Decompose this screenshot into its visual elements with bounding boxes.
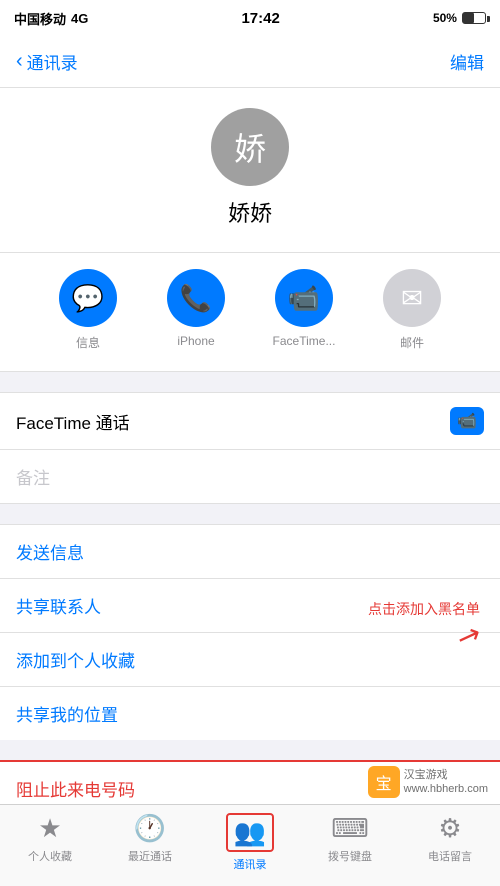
contact-name: 娇娇: [228, 196, 272, 228]
tab-keypad-label: 拨号键盘: [328, 848, 372, 864]
action-message[interactable]: 💬 信息: [48, 269, 128, 351]
action-facetime[interactable]: 📹 FaceTime...: [264, 269, 344, 351]
facetime-label: FaceTime 通话: [16, 409, 130, 434]
avatar: 娇: [211, 108, 289, 186]
facetime-video-icon: 📹: [450, 407, 484, 435]
status-bar: 中国移动 4G 17:42 50%: [0, 0, 500, 36]
action-mail-label: 邮件: [400, 334, 424, 351]
tab-contacts[interactable]: 👥 通讯录: [200, 813, 300, 872]
status-carrier: 中国移动 4G: [14, 9, 88, 28]
facetime-section[interactable]: FaceTime 通话 📹: [0, 392, 500, 450]
action-phone[interactable]: 📞 iPhone: [156, 269, 236, 351]
action-phone-label: iPhone: [177, 334, 214, 348]
tab-voicemail-label: 电话留言: [428, 848, 472, 864]
action-message-label: 信息: [76, 334, 100, 351]
tab-bar: ★ 个人收藏 🕐 最近通话 👥 通讯录 ⌨ 拨号键盘 ⚙ 电话留言: [0, 804, 500, 886]
back-button[interactable]: ‹ 通讯录: [16, 49, 78, 74]
add-favorites-item[interactable]: 添加到个人收藏: [0, 633, 500, 687]
share-contact-item[interactable]: 共享联系人: [0, 579, 500, 633]
list-actions-section: 发送信息 共享联系人 添加到个人收藏 共享我的位置: [0, 524, 500, 740]
watermark: 宝 汉宝游戏 www.hbherb.com: [368, 766, 488, 798]
tab-recents-label: 最近通话: [128, 848, 172, 864]
send-message-item[interactable]: 发送信息: [0, 525, 500, 579]
tab-favorites[interactable]: ★ 个人收藏: [0, 813, 100, 864]
contact-header: 娇 娇娇: [0, 88, 500, 253]
action-facetime-label: FaceTime...: [273, 334, 336, 348]
edit-button[interactable]: 编辑: [450, 49, 484, 74]
tab-keypad[interactable]: ⌨ 拨号键盘: [300, 813, 400, 864]
tab-contacts-box: 👥: [226, 813, 274, 852]
mail-icon: ✉: [383, 269, 441, 327]
keypad-icon: ⌨: [331, 813, 369, 844]
notes-placeholder: 备注: [16, 469, 50, 488]
watermark-text: 汉宝游戏 www.hbherb.com: [404, 768, 488, 797]
facetime-icon: 📹: [275, 269, 333, 327]
contacts-icon: 👥: [234, 817, 266, 847]
star-icon: ★: [38, 813, 61, 844]
phone-icon: 📞: [167, 269, 225, 327]
message-icon: 💬: [59, 269, 117, 327]
voicemail-icon: ⚙: [438, 813, 461, 844]
tab-favorites-label: 个人收藏: [28, 848, 72, 864]
watermark-icon: 宝: [368, 766, 400, 798]
tab-voicemail[interactable]: ⚙ 电话留言: [400, 813, 500, 864]
status-time: 17:42: [241, 10, 279, 27]
chevron-left-icon: ‹: [16, 50, 23, 73]
nav-bar: ‹ 通讯录 编辑: [0, 36, 500, 88]
tab-contacts-label: 通讯录: [234, 856, 267, 872]
share-location-item[interactable]: 共享我的位置: [0, 687, 500, 740]
battery-icon: [462, 12, 486, 24]
action-row: 💬 信息 📞 iPhone 📹 FaceTime... ✉ 邮件: [0, 253, 500, 372]
notes-section[interactable]: 备注: [0, 450, 500, 504]
tab-recents[interactable]: 🕐 最近通话: [100, 813, 200, 864]
clock-icon: 🕐: [134, 813, 166, 844]
action-mail[interactable]: ✉ 邮件: [372, 269, 452, 351]
status-battery: 50%: [433, 11, 486, 25]
